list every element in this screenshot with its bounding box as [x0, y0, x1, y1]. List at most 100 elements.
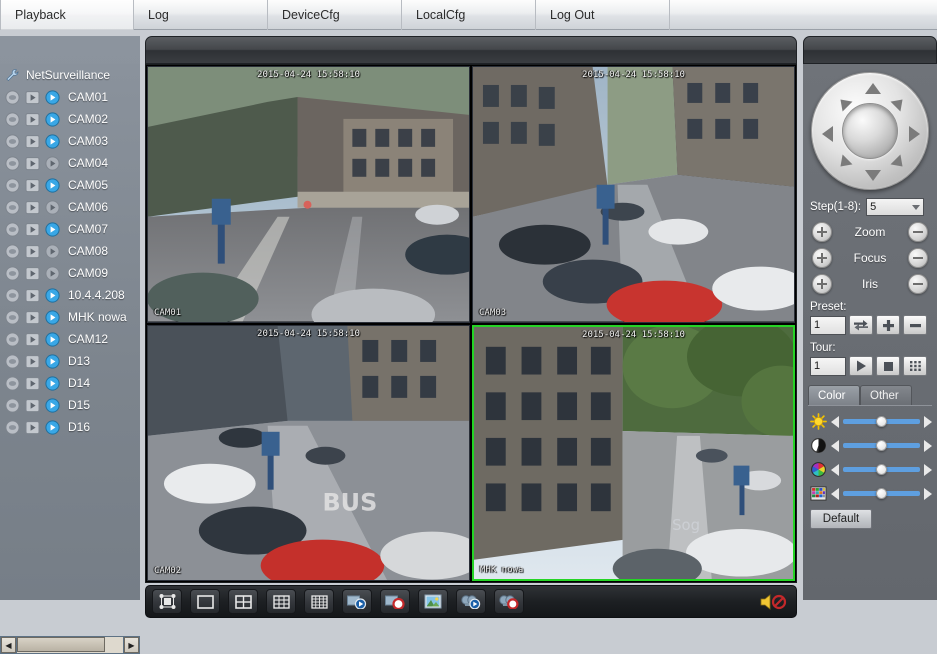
play-stream-icon[interactable] [25, 354, 40, 369]
video-cell-2[interactable]: 2015-04-24 15:58:10 CAM03 [472, 66, 795, 323]
audio-mute-button[interactable] [756, 590, 790, 614]
ptz-center-hub[interactable] [842, 103, 898, 159]
camera-row-d13[interactable]: D13 [0, 350, 140, 372]
ptz-down-right-button[interactable] [890, 154, 908, 172]
preset-remove-button[interactable] [903, 315, 927, 335]
layout-1-button[interactable] [190, 589, 220, 614]
preset-input[interactable]: 1 [810, 315, 846, 335]
play-stream-icon[interactable] [25, 178, 40, 193]
play-stream-icon[interactable] [25, 398, 40, 413]
camera-row-d14[interactable]: D14 [0, 372, 140, 394]
start-all-preview-button[interactable] [342, 589, 372, 614]
connection-status-icon[interactable] [45, 133, 60, 149]
menu-devicecfg[interactable]: DeviceCfg [268, 0, 402, 30]
ptz-down-button[interactable] [865, 170, 881, 181]
menu-logout[interactable]: Log Out [536, 0, 670, 30]
hue-decrease-button[interactable] [831, 463, 839, 476]
layout-4-button[interactable] [228, 589, 258, 614]
record-toggle-icon[interactable] [5, 221, 20, 237]
fullscreen-button[interactable] [152, 589, 182, 614]
scrollbar-track[interactable] [17, 637, 123, 653]
video-cell-3[interactable]: BUS 2015-04-24 15:58:10 CAM02 [147, 324, 470, 581]
play-stream-icon[interactable] [25, 310, 40, 325]
play-stream-icon[interactable] [25, 376, 40, 391]
camera-row-cam04[interactable]: CAM04 [0, 152, 140, 174]
camera-row-d15[interactable]: D15 [0, 394, 140, 416]
color-default-button[interactable]: Default [810, 509, 872, 529]
record-toggle-icon[interactable] [5, 419, 20, 435]
record-toggle-icon[interactable] [5, 243, 20, 259]
connection-status-icon[interactable] [45, 89, 60, 105]
start-record-button[interactable] [456, 589, 486, 614]
connection-status-icon[interactable] [45, 353, 60, 369]
play-stream-icon[interactable] [25, 156, 40, 171]
connection-status-icon[interactable] [45, 309, 60, 325]
connection-status-icon[interactable] [45, 375, 60, 391]
iris-close-button[interactable] [908, 274, 928, 294]
camera-row-cam02[interactable]: CAM02 [0, 108, 140, 130]
play-stream-icon[interactable] [25, 222, 40, 237]
tab-color[interactable]: Color [808, 385, 860, 405]
play-stream-icon[interactable] [25, 420, 40, 435]
connection-status-icon[interactable] [45, 331, 60, 347]
stop-record-button[interactable] [494, 589, 524, 614]
record-toggle-icon[interactable] [5, 89, 20, 105]
brightness-decrease-button[interactable] [831, 415, 839, 428]
saturation-decrease-button[interactable] [831, 487, 839, 500]
hue-slider[interactable] [843, 464, 920, 475]
iris-open-button[interactable] [812, 274, 832, 294]
sidebar-horizontal-scrollbar[interactable]: ◀ ▶ [0, 636, 140, 654]
stop-all-preview-button[interactable] [380, 589, 410, 614]
record-toggle-icon[interactable] [5, 353, 20, 369]
record-toggle-icon[interactable] [5, 265, 20, 281]
preset-goto-button[interactable] [849, 315, 873, 335]
saturation-slider-handle[interactable] [876, 488, 887, 499]
camera-row-cam05[interactable]: CAM05 [0, 174, 140, 196]
connection-status-icon[interactable] [45, 287, 60, 303]
ptz-up-left-button[interactable] [835, 94, 853, 112]
record-toggle-icon[interactable] [5, 309, 20, 325]
layout-16-button[interactable] [304, 589, 334, 614]
scroll-right-button[interactable]: ▶ [124, 637, 139, 653]
record-toggle-icon[interactable] [5, 199, 20, 215]
play-stream-icon[interactable] [25, 200, 40, 215]
record-toggle-icon[interactable] [5, 111, 20, 127]
record-toggle-icon[interactable] [5, 287, 20, 303]
record-toggle-icon[interactable] [5, 177, 20, 193]
camera-row-cam01[interactable]: CAM01 [0, 86, 140, 108]
hue-slider-handle[interactable] [876, 464, 887, 475]
ptz-joystick[interactable] [811, 72, 929, 190]
contrast-decrease-button[interactable] [831, 439, 839, 452]
snapshot-button[interactable] [418, 589, 448, 614]
connection-status-icon[interactable] [45, 199, 60, 215]
camera-row-cam12[interactable]: CAM12 [0, 328, 140, 350]
connection-status-icon[interactable] [45, 177, 60, 193]
play-stream-icon[interactable] [25, 134, 40, 149]
record-toggle-icon[interactable] [5, 397, 20, 413]
zoom-in-button[interactable] [812, 222, 832, 242]
saturation-increase-button[interactable] [924, 487, 932, 500]
connection-status-icon[interactable] [45, 221, 60, 237]
tab-other[interactable]: Other [860, 385, 912, 405]
tree-root-netsurveillance[interactable]: NetSurveillance [0, 64, 140, 86]
connection-status-icon[interactable] [45, 111, 60, 127]
record-toggle-icon[interactable] [5, 375, 20, 391]
focus-out-button[interactable] [908, 248, 928, 268]
menu-localcfg[interactable]: LocalCfg [402, 0, 536, 30]
hue-increase-button[interactable] [924, 463, 932, 476]
ptz-step-select[interactable]: 5 [866, 198, 925, 216]
contrast-slider[interactable] [843, 440, 920, 451]
brightness-increase-button[interactable] [924, 415, 932, 428]
ptz-down-left-button[interactable] [835, 154, 853, 172]
brightness-slider[interactable] [843, 416, 920, 427]
camera-row-cam09[interactable]: CAM09 [0, 262, 140, 284]
connection-status-icon[interactable] [45, 397, 60, 413]
record-toggle-icon[interactable] [5, 331, 20, 347]
play-stream-icon[interactable] [25, 244, 40, 259]
saturation-slider[interactable] [843, 488, 920, 499]
ptz-right-button[interactable] [909, 126, 920, 142]
tour-list-button[interactable] [903, 356, 927, 376]
camera-row-cam06[interactable]: CAM06 [0, 196, 140, 218]
play-stream-icon[interactable] [25, 112, 40, 127]
connection-status-icon[interactable] [45, 243, 60, 259]
